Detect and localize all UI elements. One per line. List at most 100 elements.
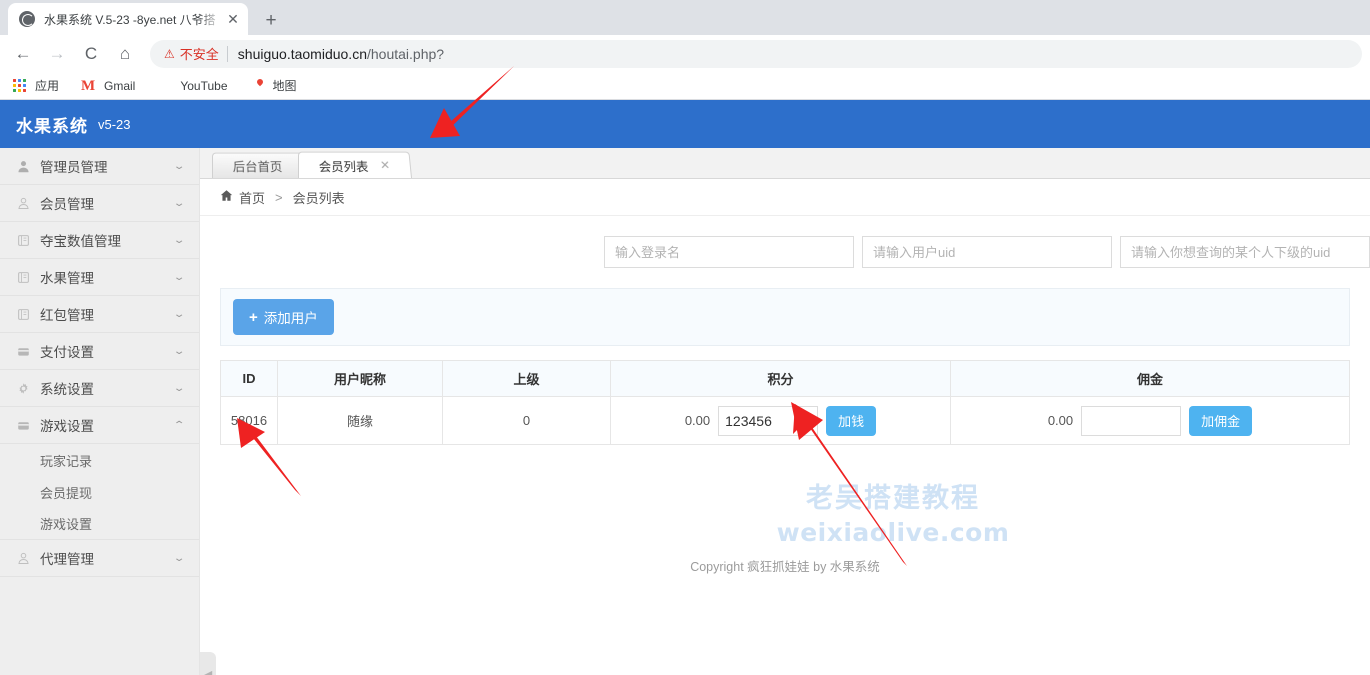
browser-tabstrip: 水果系统 V.5-23 -8ye.net 八爷搭 ✕ + (0, 0, 1370, 35)
sidebar-submenu-game-settings: 玩家记录 会员提现 游戏设置 (0, 444, 199, 540)
book-icon (16, 234, 31, 247)
content-area: 老吴搭建教程 weixiaolive.com + 添加用户 (200, 216, 1370, 675)
chevron-down-icon: ⌄ (172, 308, 186, 320)
watermark-line1: 老吴搭建教程 (806, 483, 980, 513)
page-tab-label: 会员列表 (318, 159, 369, 174)
new-tab-button[interactable]: + (258, 7, 284, 33)
sidebar-item-label: 游戏设置 (40, 419, 94, 434)
bookmark-youtube[interactable]: YouTube (157, 78, 227, 94)
security-warning-text: 不安全 (179, 47, 219, 62)
breadcrumb-current: 会员列表 (292, 190, 345, 206)
url-host: shuiguo.taomiduo.cn (237, 45, 367, 62)
maps-icon (250, 78, 266, 94)
book-icon (16, 308, 31, 321)
sidebar-item-fruit-management[interactable]: 水果管理 ⌄ (0, 259, 199, 296)
address-bar[interactable]: ⚠ 不安全 shuiguo.taomiduo.cn/houtai.php? (150, 39, 1362, 68)
column-header-id: ID (220, 360, 278, 397)
points-value: 0.00 (684, 413, 711, 428)
table-header-row: ID 用户昵称 上级 积分 佣金 (220, 360, 1350, 397)
gear-icon (16, 382, 31, 395)
sidebar-item-system-settings[interactable]: 系统设置 ⌄ (0, 370, 199, 407)
warning-icon: ⚠ (164, 46, 175, 61)
page-tabbar: 后台首页 会员列表 ✕ (200, 148, 1370, 179)
chevron-down-icon: ⌄ (172, 552, 186, 564)
browser-tab-title: 水果系统 V.5-23 -8ye.net 八爷搭 (44, 12, 216, 27)
card-icon (16, 419, 31, 432)
chevron-down-icon: ⌄ (172, 234, 186, 246)
search-input-login-name[interactable] (604, 236, 854, 268)
main-content: 后台首页 会员列表 ✕ 首页 > 会员列表 老吴搭建教程 weixiaolive (200, 148, 1370, 675)
table-toolbar: + 添加用户 (220, 288, 1350, 346)
browser-tab[interactable]: 水果系统 V.5-23 -8ye.net 八爷搭 ✕ (8, 3, 248, 35)
sidebar-item-label: 代理管理 (40, 552, 94, 567)
close-icon[interactable]: ✕ (224, 10, 242, 28)
sidebar-item-payment-settings[interactable]: 支付设置 ⌄ (0, 333, 199, 370)
members-table: ID 用户昵称 上级 积分 佣金 58016 随缘 0 0.00 123456 … (220, 360, 1350, 445)
commission-amount-input[interactable] (1081, 405, 1182, 436)
sidebar-item-treasure-values[interactable]: 夺宝数值管理 ⌄ (0, 222, 199, 259)
url-path: /houtai.php? (366, 45, 445, 62)
watermark-line2: weixiaolive.com (776, 517, 1010, 547)
reload-button[interactable]: C (76, 39, 106, 69)
column-header-points: 积分 (610, 360, 951, 397)
sidebar-subitem-player-records[interactable]: 玩家记录 (0, 444, 199, 476)
add-commission-button[interactable]: 加佣金 (1189, 405, 1253, 436)
table-body: 58016 随缘 0 0.00 加钱 (220, 396, 1350, 445)
forward-button[interactable]: → (42, 39, 72, 69)
cell-points: 0.00 加钱 (610, 396, 951, 445)
admin-app: 水果系统 v5-23 管理员管理 ⌄ 会员管理 ⌄ 夺宝数值管理 ⌄ 水果管理 … (0, 100, 1370, 675)
add-user-button[interactable]: + 添加用户 (233, 299, 334, 335)
bookmark-label: 应用 (35, 79, 60, 93)
table-header: ID 用户昵称 上级 积分 佣金 (220, 360, 1350, 397)
chevron-down-icon: ⌄ (172, 197, 186, 209)
cell-parent: 0 (442, 396, 611, 445)
home-icon (220, 189, 233, 205)
bookmark-maps[interactable]: 地图 (250, 77, 297, 94)
user-solid-icon (16, 160, 31, 173)
sidebar-item-redpacket-management[interactable]: 红包管理 ⌄ (0, 296, 199, 333)
bookmark-label: 地图 (272, 79, 297, 93)
sidebar-item-label: 水果管理 (40, 271, 94, 286)
back-button[interactable]: ← (8, 39, 38, 69)
sidebar-item-member-management[interactable]: 会员管理 ⌄ (0, 185, 199, 222)
sidebar-item-label: 会员管理 (40, 197, 94, 212)
cell-nickname: 随缘 (277, 396, 443, 445)
globe-icon (19, 11, 35, 27)
bookmark-gmail[interactable]: M Gmail (81, 78, 135, 94)
page-tab-home[interactable]: 后台首页 (212, 152, 305, 178)
omnibox-divider (226, 45, 228, 62)
apps-grid-icon (12, 78, 28, 94)
cell-commission: 0.00 加佣金 (950, 396, 1350, 445)
browser-chrome: 水果系统 V.5-23 -8ye.net 八爷搭 ✕ + ← → C ⌂ ⚠ 不… (0, 0, 1370, 100)
card-icon (16, 345, 31, 358)
sidebar-item-admin-management[interactable]: 管理员管理 ⌄ (0, 148, 199, 185)
sidebar-item-label: 系统设置 (40, 382, 94, 397)
youtube-icon (157, 78, 173, 94)
sidebar-subitem-game-settings[interactable]: 游戏设置 (0, 508, 199, 540)
sidebar-item-agent-management[interactable]: 代理管理 ⌄ (0, 540, 199, 577)
page-tab-member-list[interactable]: 会员列表 ✕ (298, 151, 413, 178)
bookmark-apps[interactable]: 应用 (12, 77, 59, 94)
plus-icon: + (249, 308, 258, 326)
sidebar-item-game-settings[interactable]: 游戏设置 ⌃ (0, 407, 199, 444)
chevron-down-icon: ⌄ (172, 160, 186, 172)
chevron-down-icon: ⌄ (172, 382, 186, 394)
points-amount-input[interactable] (718, 405, 819, 436)
search-input-user-uid[interactable] (862, 236, 1112, 268)
sidebar: 管理员管理 ⌄ 会员管理 ⌄ 夺宝数值管理 ⌄ 水果管理 ⌄ 红包管理 ⌄ 支付… (0, 148, 200, 675)
app-version: v5-23 (98, 116, 131, 132)
sidebar-collapse-toggle[interactable]: ◀ (200, 652, 216, 675)
bookmark-label: YouTube (180, 78, 228, 93)
breadcrumb-home[interactable]: 首页 (239, 188, 265, 207)
close-icon[interactable]: ✕ (380, 158, 391, 172)
gmail-icon: M (81, 77, 96, 94)
home-button[interactable]: ⌂ (110, 39, 140, 69)
add-money-button[interactable]: 加钱 (826, 405, 877, 436)
sidebar-item-label: 夺宝数值管理 (40, 234, 121, 249)
sidebar-item-label: 红包管理 (40, 308, 94, 323)
commission-value: 0.00 (1047, 413, 1074, 428)
search-input-downline-uid[interactable] (1120, 236, 1370, 268)
table-row: 58016 随缘 0 0.00 加钱 (220, 396, 1350, 445)
chevron-down-icon: ⌄ (172, 271, 186, 283)
sidebar-subitem-member-withdraw[interactable]: 会员提现 (0, 476, 199, 508)
